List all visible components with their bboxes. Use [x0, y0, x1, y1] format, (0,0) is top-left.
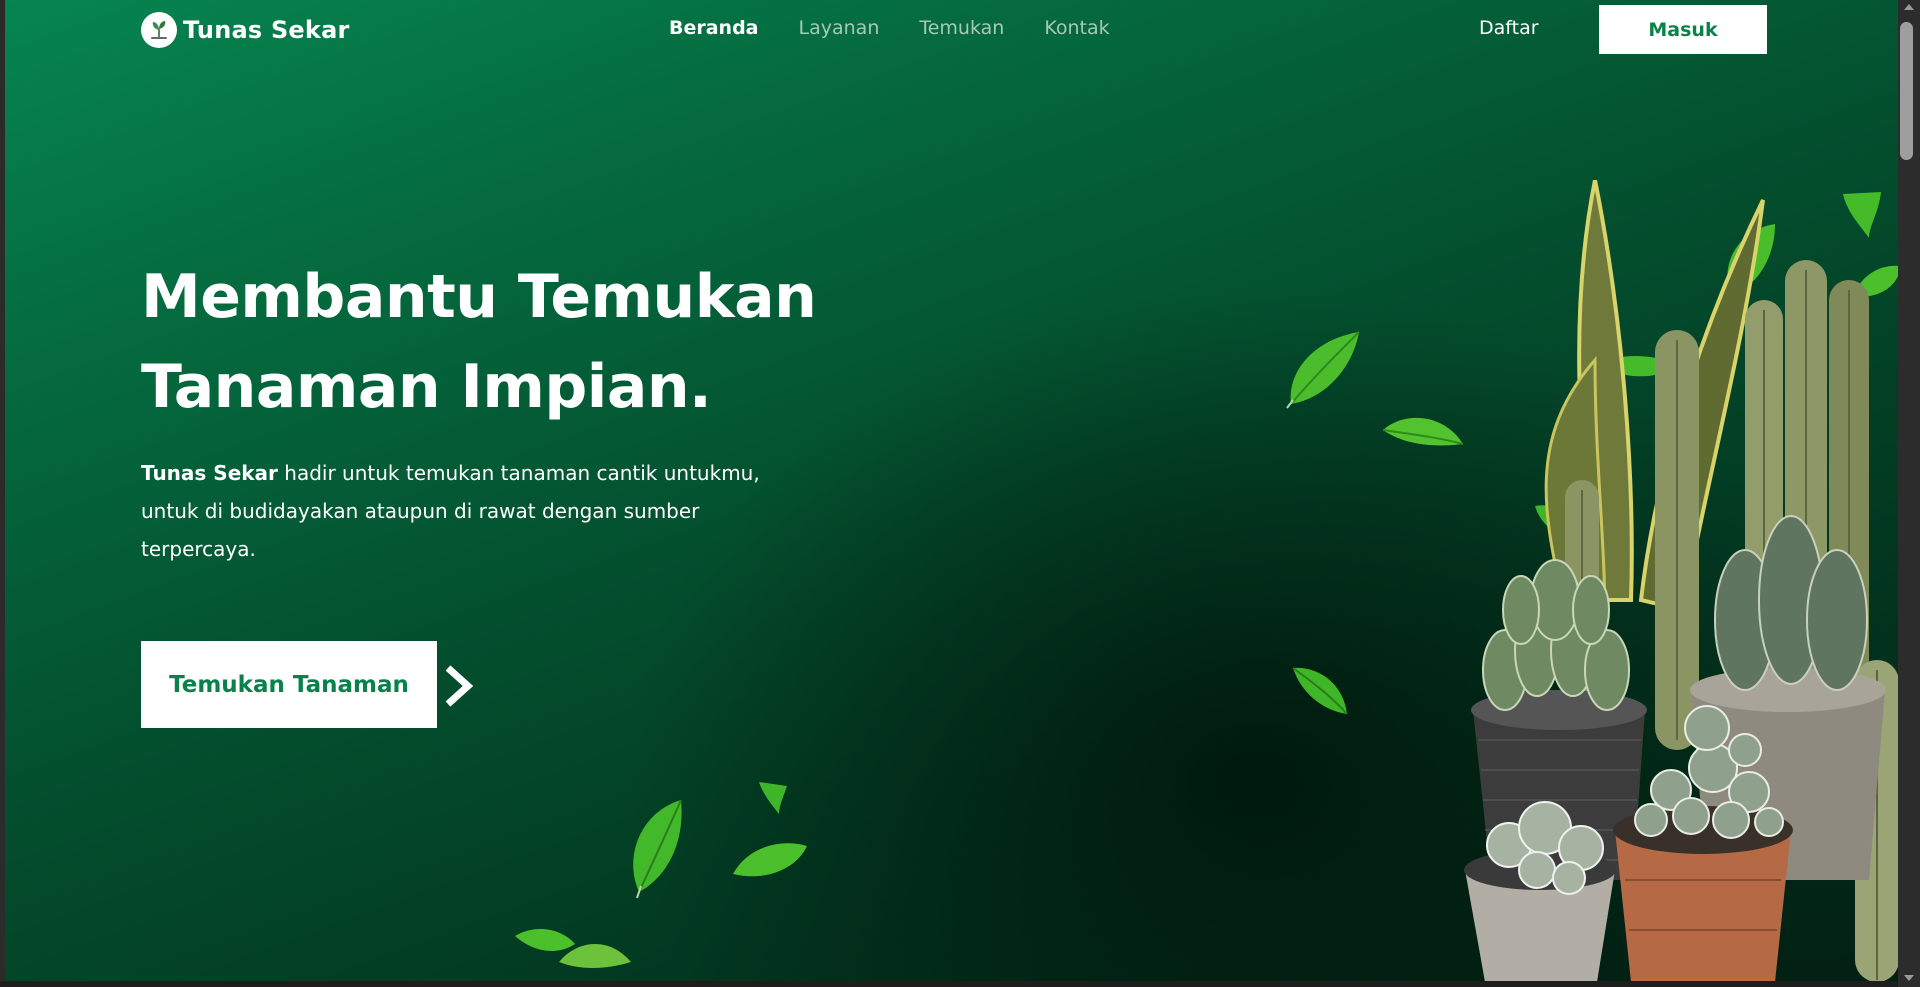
leaf-icon: [1286, 331, 1360, 409]
brand-logo[interactable]: Tunas Sekar: [141, 12, 350, 48]
nav-item-layanan[interactable]: Layanan: [799, 17, 880, 39]
login-button[interactable]: Masuk: [1599, 5, 1767, 54]
nav-item-temukan[interactable]: Temukan: [919, 17, 1004, 39]
potted-plants-illustration: [1464, 180, 1898, 981]
window-bottom-edge: [0, 981, 1898, 987]
hero-description-brand: Tunas Sekar: [141, 461, 278, 485]
scrollbar-thumb[interactable]: [1900, 22, 1913, 160]
scroll-up-icon[interactable]: [1904, 4, 1914, 10]
seedling-logo-icon: [141, 12, 177, 48]
nav-item-beranda[interactable]: Beranda: [669, 17, 759, 39]
hero-headline: Membantu Temukan Tanaman Impian.: [141, 252, 817, 432]
hero-description: Tunas Sekar hadir untuk temukan tanaman …: [141, 454, 761, 568]
hero-headline-line-1: Membantu Temukan: [141, 262, 817, 332]
hero-headline-line-2: Tanaman Impian.: [141, 352, 712, 422]
nav-item-kontak[interactable]: Kontak: [1044, 17, 1109, 39]
brand-name: Tunas Sekar: [183, 16, 350, 44]
register-link[interactable]: Daftar: [1479, 17, 1539, 39]
leaf-icon: [759, 782, 787, 814]
chevron-right-icon[interactable]: [442, 664, 474, 712]
scroll-down-icon[interactable]: [1904, 975, 1914, 981]
hero-section: Tunas Sekar Beranda Layanan Temukan Kont…: [5, 0, 1898, 981]
leaf-icon: [633, 799, 682, 899]
leaf-icon: [515, 929, 631, 968]
find-plants-button[interactable]: Temukan Tanaman: [141, 641, 437, 728]
main-nav: Beranda Layanan Temukan Kontak: [669, 17, 1110, 39]
leaf-icon: [733, 843, 807, 877]
leaf-icon: [1292, 667, 1348, 715]
